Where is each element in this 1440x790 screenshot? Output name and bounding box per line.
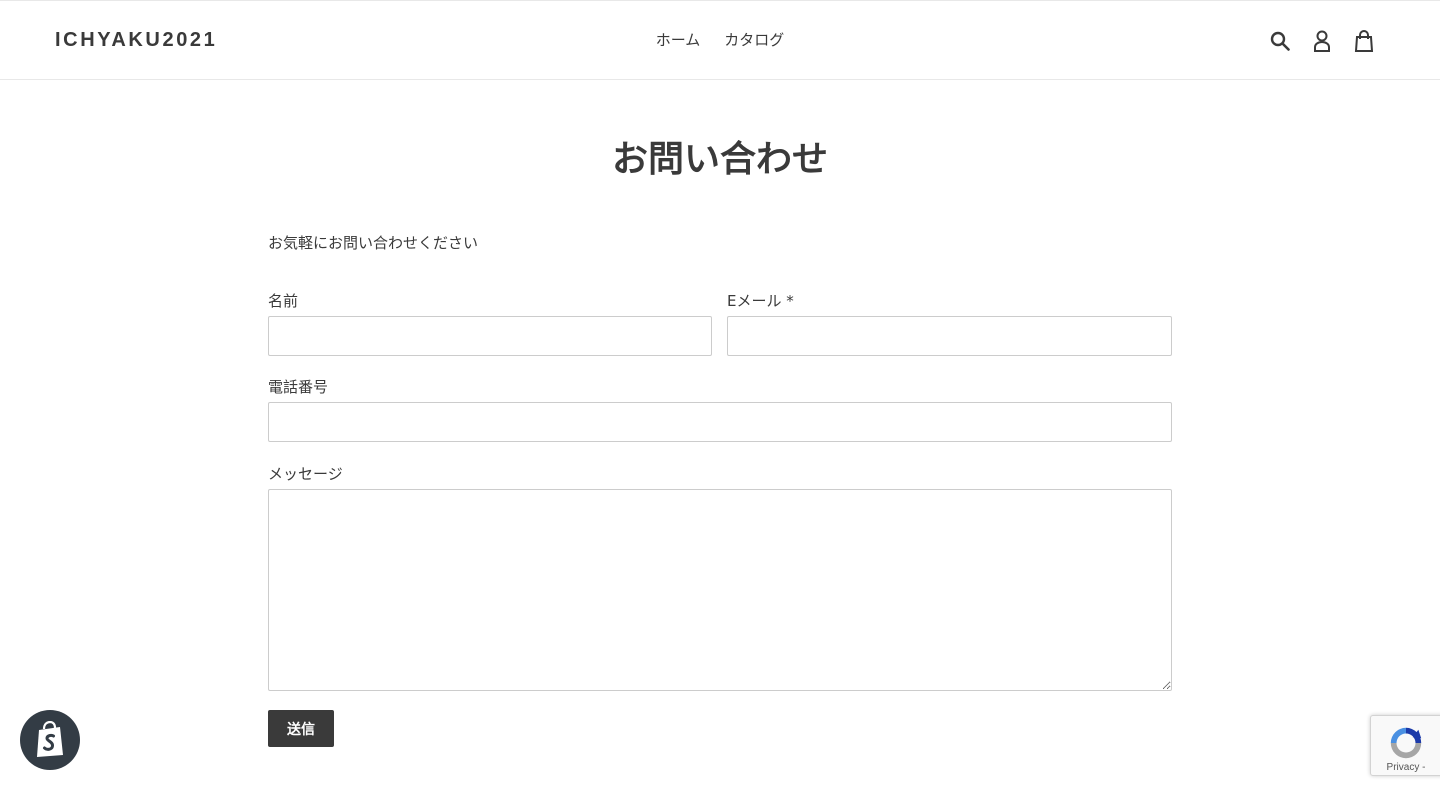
phone-field[interactable] bbox=[268, 402, 1172, 442]
header-icons bbox=[1268, 29, 1376, 53]
site-header: ICHYAKU2021 ホーム カタログ bbox=[0, 0, 1440, 80]
message-label: メッセージ bbox=[268, 465, 343, 483]
shopify-bag-icon bbox=[37, 721, 63, 757]
email-field[interactable] bbox=[727, 316, 1172, 356]
account-icon[interactable] bbox=[1310, 29, 1334, 53]
recaptcha-badge[interactable]: Privacy - bbox=[1370, 715, 1440, 776]
shopify-badge[interactable] bbox=[20, 710, 80, 770]
cart-icon[interactable] bbox=[1352, 29, 1376, 53]
nav-item-catalog[interactable]: カタログ bbox=[724, 29, 784, 50]
recaptcha-privacy-text[interactable]: Privacy - bbox=[1371, 762, 1440, 773]
phone-label: 電話番号 bbox=[268, 378, 329, 396]
message-field[interactable] bbox=[268, 489, 1172, 691]
name-field[interactable] bbox=[268, 316, 712, 356]
search-icon[interactable] bbox=[1268, 29, 1292, 53]
recaptcha-icon bbox=[1390, 727, 1422, 759]
submit-button[interactable]: 送信 bbox=[268, 710, 334, 747]
name-label: 名前 bbox=[268, 292, 299, 310]
nav-item-home[interactable]: ホーム bbox=[656, 29, 701, 50]
page-title: お問い合わせ bbox=[611, 139, 828, 180]
email-label: Eメール * bbox=[727, 292, 794, 310]
main-nav: ホーム カタログ bbox=[0, 29, 1440, 50]
intro-text: お気軽にお問い合わせください bbox=[268, 234, 479, 252]
